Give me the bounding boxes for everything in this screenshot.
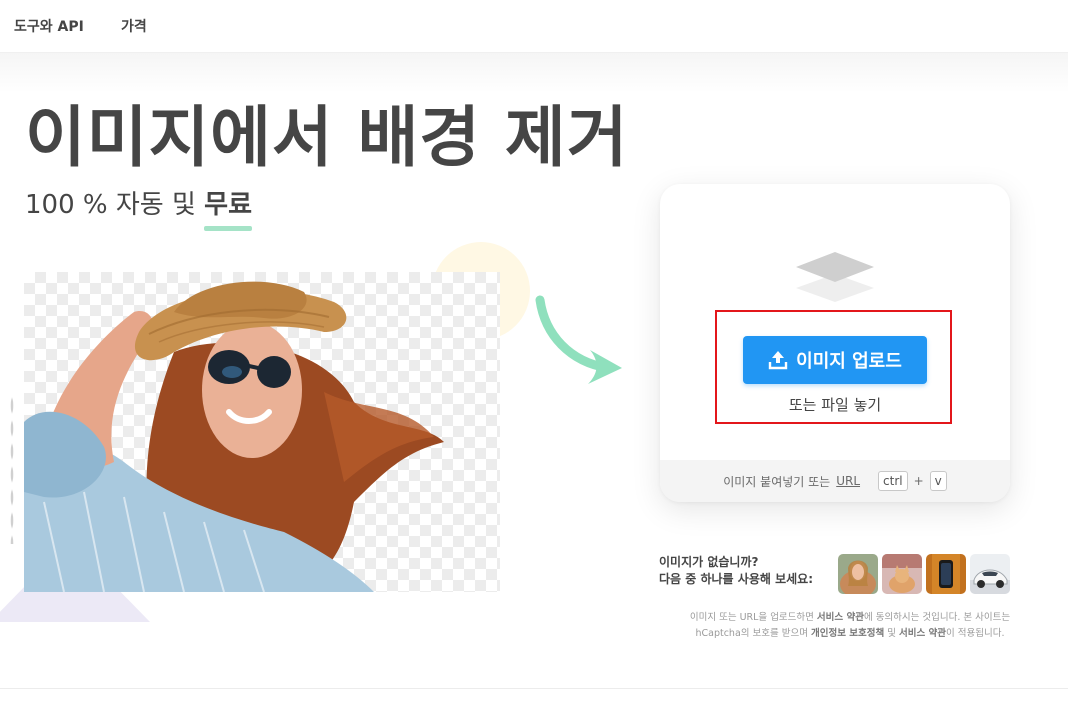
plus-sign: +: [913, 474, 924, 488]
legal-notice: 이미지 또는 URL을 업로드하면 서비스 약관에 동의하시는 것입니다. 본 …: [668, 610, 1032, 642]
legal-text-5: 이 적용됩니다.: [946, 628, 1005, 639]
sample-thumb-woman[interactable]: [838, 554, 878, 594]
page-title: 이미지에서 배경 제거: [25, 99, 629, 176]
curved-arrow-icon: [535, 295, 622, 384]
url-link[interactable]: URL: [836, 474, 860, 488]
privacy-link[interactable]: 개인정보 보호정책: [811, 628, 884, 639]
woman-with-hat-illustration: [24, 281, 444, 592]
upload-icon: [768, 351, 788, 370]
woman-sample-image: [838, 554, 878, 594]
hero-background: [0, 53, 1068, 93]
nav-tools-api[interactable]: 도구와 API: [14, 16, 84, 36]
top-nav: 도구와 API 가격: [0, 0, 1068, 53]
car-sample-image: [970, 554, 1010, 594]
nav-pricing[interactable]: 가격: [121, 16, 147, 36]
decorative-dots: [10, 394, 14, 544]
ctrl-key: ctrl: [878, 471, 908, 491]
subtitle-highlight: 무료: [204, 187, 252, 231]
upload-button-label: 이미지 업로드: [796, 351, 902, 372]
sample-thumb-car[interactable]: [970, 554, 1010, 594]
paste-text: 이미지 붙여넣기 또는: [723, 474, 831, 489]
paste-hint: 이미지 붙여넣기 또는 URL ctrl + v: [660, 460, 1010, 502]
phone-sample-image: [926, 554, 966, 594]
layers-icon: [796, 252, 874, 302]
sample-prompt: 이미지가 없습니까? 다음 중 하나를 사용해 보세요:: [659, 554, 813, 588]
cat-sample-image: [882, 554, 922, 594]
upload-card[interactable]: 이미지 업로드 또는 파일 놓기 이미지 붙여넣기 또는 URL ctrl + …: [660, 184, 1010, 502]
legal-text-1: 이미지 또는 URL을 업로드하면: [689, 612, 817, 623]
bottom-divider: [0, 688, 1068, 689]
sample-prompt-line1: 이미지가 없습니까?: [659, 555, 759, 569]
terms-link-1[interactable]: 서비스 약관: [817, 612, 864, 623]
terms-link-2[interactable]: 서비스 약관: [899, 628, 946, 639]
sample-thumb-cat[interactable]: [882, 554, 922, 594]
legal-text-2: 에 동의하시는 것입니다. 본 사이트는: [863, 612, 1011, 623]
upload-image-button[interactable]: 이미지 업로드: [743, 336, 927, 384]
subtitle: 100 % 자동 및 무료: [25, 187, 252, 231]
hero-image: [24, 272, 500, 592]
sample-thumb-phone[interactable]: [926, 554, 966, 594]
sample-prompt-line2: 다음 중 하나를 사용해 보세요:: [659, 572, 813, 586]
drop-file-text: 또는 파일 놓기: [788, 396, 882, 414]
subtitle-prefix: 100 % 자동 및: [25, 190, 196, 220]
v-key: v: [929, 471, 947, 491]
legal-text-3: hCaptcha의 보호를 받으며: [695, 628, 812, 639]
legal-text-4: 및: [884, 628, 900, 639]
